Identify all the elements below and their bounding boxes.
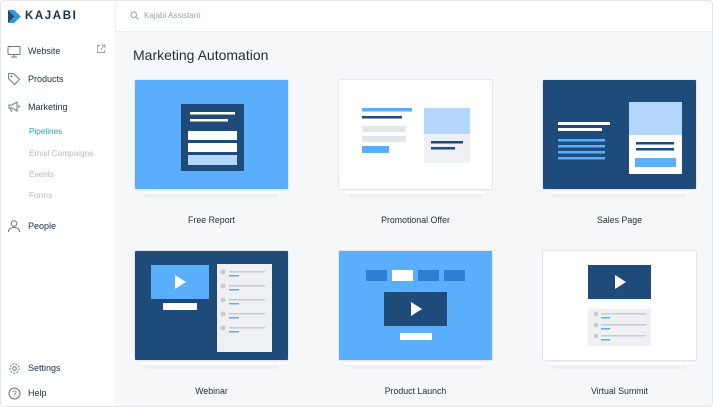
card-label: Webinar (195, 386, 228, 396)
app-window: KAJABI Website Products Marketing Pipeli… (0, 0, 713, 407)
sidebar-subitem-forms[interactable]: Forms (29, 191, 52, 202)
sidebar-item-products[interactable]: Products (7, 72, 64, 86)
template-card-sales-page[interactable]: Sales Page (542, 79, 697, 229)
sidebar-item-settings[interactable]: Settings (7, 361, 61, 375)
assistant-search[interactable]: Kajabi Assistant (130, 11, 200, 20)
card-label: Free Report (188, 215, 235, 225)
sidebar-subitem-events[interactable]: Events (29, 170, 54, 181)
search-icon (130, 11, 139, 20)
sidebar-item-label: People (28, 221, 57, 231)
card-stack-shadow (343, 190, 488, 195)
help-icon: ? (7, 386, 21, 400)
card-thumbnail (542, 250, 697, 361)
card-label: Virtual Summit (590, 386, 649, 396)
person-icon (7, 219, 21, 233)
sidebar-item-help[interactable]: ? Help (7, 386, 47, 400)
template-card-free-report[interactable]: Free Report (134, 79, 289, 229)
template-card-product-launch[interactable]: Product Launch (338, 250, 493, 400)
template-card-webinar[interactable]: Webinar (134, 250, 289, 400)
sidebar-item-marketing[interactable]: Marketing (7, 100, 68, 114)
sidebar-item-people[interactable]: People (7, 219, 56, 233)
sidebar: KAJABI Website Products Marketing Pipeli… (1, 1, 116, 406)
sidebar-item-label: Help (28, 388, 47, 398)
top-bar: Kajabi Assistant (116, 1, 712, 32)
sidebar-subitem-email-campaigns[interactable]: Email Campaigns (29, 149, 93, 160)
card-thumbnail (134, 250, 289, 361)
card-stack-shadow (547, 190, 692, 195)
external-link-icon[interactable] (96, 44, 106, 54)
card-thumbnail (134, 79, 289, 190)
monitor-icon (7, 44, 21, 58)
svg-text:?: ? (12, 389, 17, 398)
kajabi-logo-icon (8, 9, 21, 23)
template-card-virtual-summit[interactable]: Virtual Summit (542, 250, 697, 400)
card-label: Promotional Offer (381, 215, 450, 225)
sidebar-item-label: Products (28, 74, 64, 84)
logo-text: KAJABI (25, 10, 78, 22)
sidebar-item-website[interactable]: Website (7, 44, 60, 58)
card-thumbnail (542, 79, 697, 190)
tag-icon (7, 72, 21, 86)
card-stack-shadow (139, 190, 284, 195)
card-stack-shadow (343, 361, 488, 366)
page-title: Marketing Automation (133, 47, 269, 63)
template-card-promotional-offer[interactable]: Promotional Offer (338, 79, 493, 229)
card-stack-shadow (547, 361, 692, 366)
card-label: Product Launch (384, 386, 447, 396)
sidebar-item-label: Marketing (28, 102, 68, 112)
megaphone-icon (7, 100, 21, 114)
card-thumbnail (338, 79, 493, 190)
sidebar-item-label: Settings (28, 363, 61, 373)
sidebar-item-label: Website (28, 46, 61, 56)
search-input[interactable]: Kajabi Assistant (144, 11, 200, 20)
gear-icon (7, 361, 21, 375)
card-thumbnail (338, 250, 493, 361)
card-stack-shadow (139, 361, 284, 366)
kajabi-logo[interactable]: KAJABI (8, 9, 77, 23)
main-content: Marketing Automation Free Report Promoti… (117, 32, 712, 406)
sidebar-subitem-pipelines[interactable]: Pipelines (29, 127, 62, 138)
card-label: Sales Page (597, 215, 642, 225)
